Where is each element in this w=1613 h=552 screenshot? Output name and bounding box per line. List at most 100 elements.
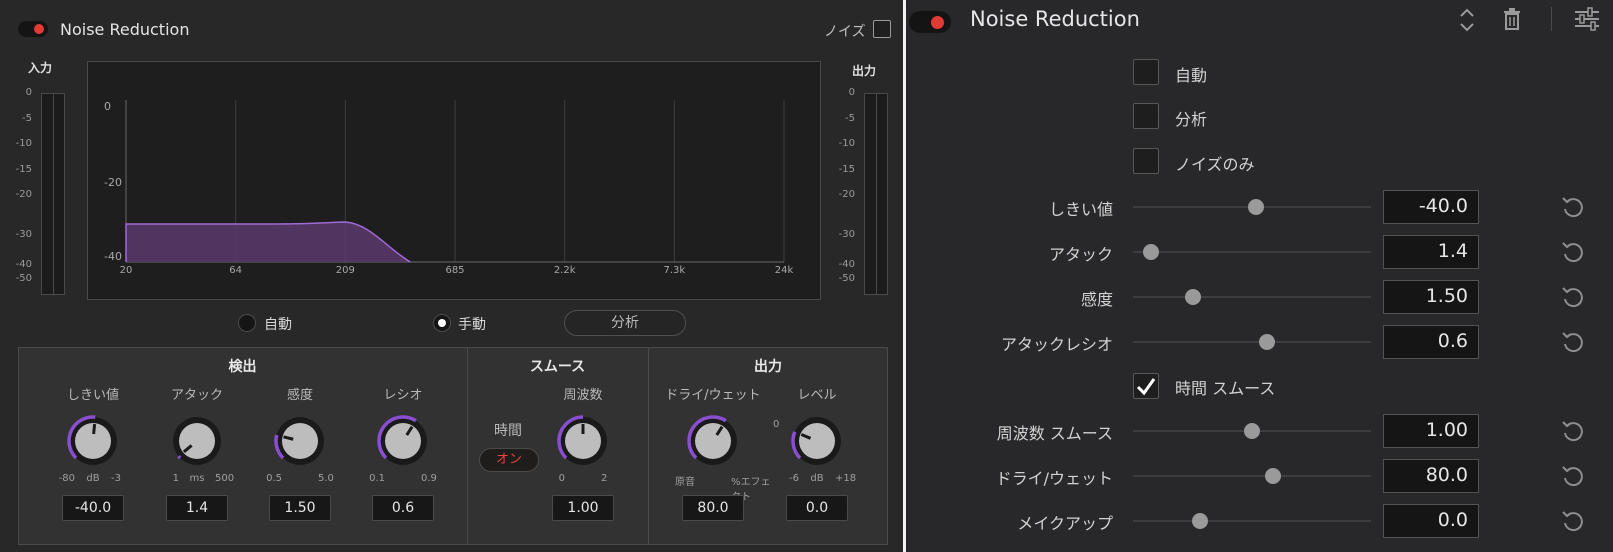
slider-value-field[interactable]: 1.50 [1383, 280, 1479, 314]
knob-value-field[interactable]: 80.0 [682, 495, 744, 521]
reset-icon[interactable] [1561, 195, 1585, 219]
slider-value-field[interactable]: 1.4 [1383, 235, 1479, 269]
graph-x-label: 64 [229, 265, 242, 276]
reset-icon[interactable] [1561, 330, 1585, 354]
graph-x-label: 209 [336, 265, 355, 276]
knob-scale-min: 0.1 [369, 473, 385, 484]
knob-scale-min: 0.5 [266, 473, 282, 484]
knob-scale-min: 0 [558, 473, 565, 484]
graph-x-label: 24k [775, 265, 794, 276]
knob-value-field[interactable]: 0.6 [372, 495, 434, 521]
meter-scale-tick: -20 [838, 189, 855, 200]
slider-track[interactable] [1133, 296, 1371, 298]
checkbox-2[interactable] [1133, 148, 1159, 174]
knob-scale-max: 0.9 [421, 473, 437, 484]
enable-toggle-large[interactable] [909, 11, 951, 33]
controls-box [18, 347, 888, 545]
meter-scale-tick: -50 [15, 273, 32, 284]
auto-mode-label: 自動 [264, 317, 292, 333]
frequency-graph-svg: 0 -20 -40 20 64 209 685 2.2k 7.3k 24k [104, 100, 794, 276]
meter-scale-tick: -15 [15, 164, 32, 175]
reset-icon[interactable] [1561, 285, 1585, 309]
reset-icon[interactable] [1561, 419, 1585, 443]
output-meter [864, 93, 888, 295]
graph-y-label: 0 [104, 100, 111, 113]
slider-label: 周波数 スムース [996, 424, 1113, 443]
slider-label: 感度 [1080, 290, 1113, 309]
slider-track[interactable] [1133, 341, 1371, 343]
knob-face [385, 423, 421, 459]
meter-scale-tick: -5 [22, 113, 32, 124]
slider-thumb[interactable] [1244, 423, 1260, 439]
reset-icon[interactable] [1561, 240, 1585, 264]
meter-scale-tick: -5 [845, 113, 855, 124]
trash-icon[interactable] [1502, 8, 1522, 30]
knob[interactable] [685, 413, 741, 469]
knob-value-arc [177, 455, 182, 460]
detect-section-title: 検出 [228, 359, 257, 375]
knob-value-field[interactable]: -40.0 [62, 495, 124, 521]
knob[interactable] [375, 413, 431, 469]
time-smooth-on-button[interactable]: オン [479, 448, 539, 472]
meter-scale-tick: 0 [25, 87, 32, 98]
slider-track[interactable] [1133, 251, 1371, 253]
noise-profile-fill [126, 222, 411, 262]
reset-arrowhead [1562, 332, 1572, 339]
slider-value-field[interactable]: 80.0 [1383, 459, 1479, 493]
slider-value-field[interactable]: 0.6 [1383, 325, 1479, 359]
knob-value-field[interactable]: 1.4 [166, 495, 228, 521]
time-smooth-checkbox[interactable] [1133, 373, 1159, 399]
meter-scale-tick: -10 [15, 138, 32, 149]
reset-icon[interactable] [1561, 464, 1585, 488]
slider-thumb[interactable] [1143, 244, 1160, 260]
slider-value-field[interactable]: -40.0 [1383, 190, 1479, 224]
checkbox-label: 自動 [1175, 66, 1208, 85]
knob-indicator [92, 423, 97, 435]
graph-x-label: 20 [120, 265, 133, 276]
checkbox-label: ノイズのみ [1175, 155, 1255, 174]
reset-arrowhead [1562, 287, 1572, 294]
slider-value-field[interactable]: 1.00 [1383, 414, 1479, 448]
meter-scale-tick: -30 [15, 229, 32, 240]
knob[interactable] [169, 413, 225, 469]
slider-track[interactable] [1133, 520, 1371, 522]
graph-x-label: 7.3k [663, 265, 685, 276]
meter-scale-tick: -20 [15, 189, 32, 200]
slider-label: メイクアップ [1017, 514, 1113, 533]
knob[interactable] [65, 413, 121, 469]
sliders-icon[interactable] [1574, 7, 1600, 31]
noise-only-checkbox[interactable] [873, 20, 891, 38]
header-divider [1551, 7, 1552, 31]
chevron-updown-icon[interactable] [1458, 6, 1476, 34]
manual-mode-radio[interactable] [433, 314, 451, 332]
checkbox-label: 分析 [1175, 110, 1208, 129]
knob-value-field[interactable]: 1.50 [269, 495, 331, 521]
knob-value-field[interactable]: 1.00 [552, 495, 614, 521]
auto-mode-radio[interactable] [238, 314, 256, 332]
enable-toggle[interactable] [18, 21, 48, 37]
slider-thumb[interactable] [1248, 199, 1265, 215]
meter-scale-tick: -10 [838, 138, 855, 149]
knob[interactable] [272, 413, 328, 469]
reset-icon[interactable] [1561, 509, 1585, 533]
knob-value-field[interactable]: 0.0 [786, 495, 848, 521]
slider-thumb[interactable] [1258, 334, 1275, 350]
knob-scale-max: +18 [835, 473, 857, 484]
plugin-title-large: Noise Reduction [970, 7, 1140, 31]
knob[interactable] [555, 413, 611, 469]
slider-track[interactable] [1133, 475, 1371, 477]
knob[interactable] [789, 413, 845, 469]
slider-value-field[interactable]: 0.0 [1383, 504, 1479, 538]
analyze-button[interactable]: 分析 [564, 310, 686, 336]
slider-thumb[interactable] [1191, 513, 1208, 529]
input-meter [41, 93, 65, 295]
graph-x-label: 2.2k [554, 265, 576, 276]
enable-dot-large [931, 15, 944, 29]
section-divider [648, 347, 649, 545]
slider-thumb[interactable] [1185, 289, 1202, 305]
checkbox-0[interactable] [1133, 59, 1159, 85]
checkbox-1[interactable] [1133, 103, 1159, 129]
input-label: 入力 [28, 61, 53, 75]
left-panel: Noise Reduction ノイズ 入力 出力 0 -5 -10 -15 -20 -3… [0, 0, 903, 552]
slider-thumb[interactable] [1265, 468, 1281, 484]
